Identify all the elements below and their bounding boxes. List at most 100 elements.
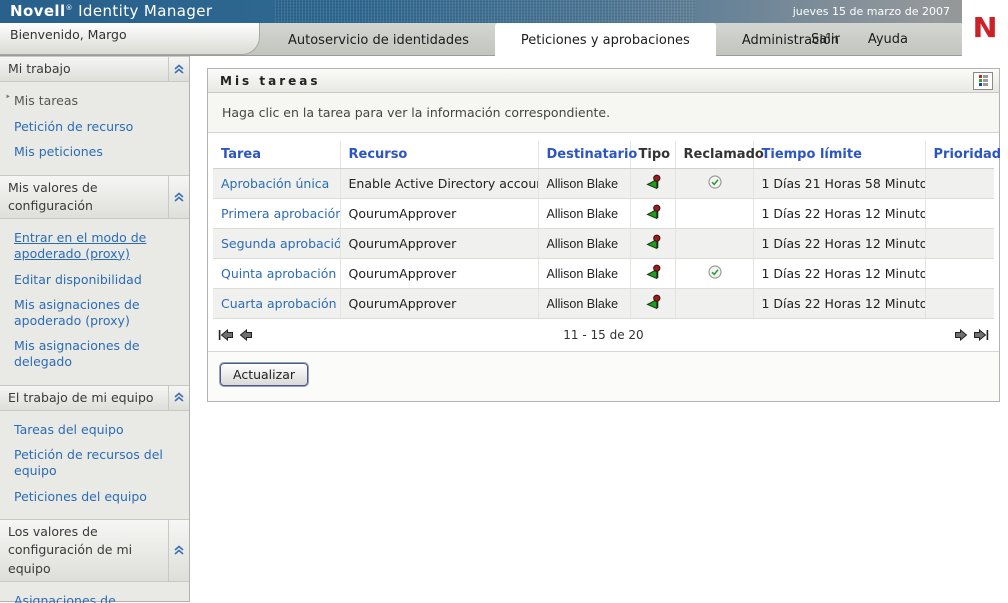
claimed-check-icon xyxy=(708,175,722,192)
sidebar-section-mi-trabajo: Mi trabajo Mis tareas Petición de recurs… xyxy=(0,56,189,175)
claimed-check-icon xyxy=(708,265,722,282)
sidebar-section-mis-valores: Mis valores de configuración Entrar en e… xyxy=(0,175,189,385)
sidebar-item-peticiones-del-equipo[interactable]: Peticiones del equipo xyxy=(0,484,189,510)
section-header-valores-equipo[interactable]: Los valores de configuración de mi equip… xyxy=(0,519,189,582)
first-page-icon[interactable] xyxy=(218,329,234,341)
sidebar-item-tareas-del-equipo[interactable]: Tareas del equipo xyxy=(0,417,189,443)
sidebar-item-peticion-recursos-equipo[interactable]: Petición de recursos del equipo xyxy=(0,442,189,483)
tab-strip: Bienvenido, Margo Autoservicio de identi… xyxy=(0,23,1008,57)
priority-cell xyxy=(925,198,994,229)
sidebar-item-mis-peticiones[interactable]: Mis peticiones xyxy=(0,139,189,165)
user-task-type-icon xyxy=(646,204,661,223)
resource-cell: QourumApprover xyxy=(340,258,539,289)
main-content: Mis tareas Haga clic en la tarea para ve… xyxy=(191,56,1008,603)
sidebar-item-modo-apoderado[interactable]: Entrar en el modo de apoderado (proxy) xyxy=(0,225,189,266)
table-row: Aprobación única Enable Active Directory… xyxy=(213,168,994,199)
table-row: Quinta aprobación QourumApprover Allison… xyxy=(213,258,994,289)
time-limit-cell: 1 Días 21 Horas 58 Minutos xyxy=(753,168,926,199)
tab-autoservicio[interactable]: Autoservicio de identidades xyxy=(262,23,495,57)
welcome-message: Bienvenido, Margo xyxy=(0,23,260,55)
resource-cell: QourumApprover xyxy=(340,198,539,229)
recipient-cell: Allison Blake xyxy=(538,228,631,259)
recipient-cell: Allison Blake xyxy=(538,288,631,319)
collapse-chevron-icon[interactable] xyxy=(168,385,189,410)
recipient-cell: Allison Blake xyxy=(538,168,631,199)
column-header-recurso[interactable]: Recurso xyxy=(340,141,539,169)
panel-title: Mis tareas xyxy=(220,73,321,88)
user-task-type-icon xyxy=(646,234,661,253)
recipient-cell: Allison Blake xyxy=(538,198,631,229)
user-task-type-icon xyxy=(646,294,661,313)
novell-logo: N xyxy=(962,0,1008,57)
section-title: Los valores de configuración de mi equip… xyxy=(8,524,133,576)
top-header-bar: Novell® Identity Manager jueves 15 de ma… xyxy=(0,0,1008,23)
user-task-type-icon xyxy=(646,174,661,193)
collapse-chevron-icon[interactable] xyxy=(168,176,189,219)
logout-link[interactable]: Salir xyxy=(811,32,840,47)
customize-columns-icon[interactable] xyxy=(973,71,993,90)
tasks-table: Tarea Recurso Destinatario Tipo Reclamad… xyxy=(213,141,1001,319)
section-title: El trabajo de mi equipo xyxy=(8,389,154,405)
sidebar-section-trabajo-equipo: El trabajo de mi equipo Tareas del equip… xyxy=(0,384,189,520)
refresh-button[interactable]: Actualizar xyxy=(220,363,308,386)
brand-name: Novell xyxy=(10,2,66,20)
sidebar-item-asignaciones-apoderado-equipo[interactable]: Asignaciones de apoderado (proxy) del eq… xyxy=(0,588,189,603)
panel-titlebar: Mis tareas xyxy=(208,69,999,93)
time-limit-cell: 1 Días 22 Horas 12 Minutos xyxy=(753,258,926,289)
pagination: 11 - 15 de 20 xyxy=(208,319,999,351)
section-title: Mis valores de configuración xyxy=(8,180,98,214)
column-header-tarea[interactable]: Tarea xyxy=(213,141,341,169)
sidebar: Mi trabajo Mis tareas Petición de recurs… xyxy=(0,56,190,603)
time-limit-cell: 1 Días 22 Horas 12 Minutos xyxy=(753,288,926,319)
task-link[interactable]: Cuarta aprobación xyxy=(221,296,337,311)
sidebar-section-valores-equipo: Los valores de configuración de mi equip… xyxy=(0,519,189,603)
previous-page-icon[interactable] xyxy=(238,329,254,341)
novell-n-icon: N xyxy=(972,12,998,45)
sidebar-item-asignaciones-delegado[interactable]: Mis asignaciones de delegado xyxy=(0,333,189,374)
table-row: Segunda aprobación QourumApprover Alliso… xyxy=(213,228,994,259)
table-row: Primera aprobación QourumApprover Alliso… xyxy=(213,198,994,229)
sidebar-item-asignaciones-apoderado[interactable]: Mis asignaciones de apoderado (proxy) xyxy=(0,292,189,333)
column-header-destinatario[interactable]: Destinatario xyxy=(538,141,637,169)
pagination-range: 11 - 15 de 20 xyxy=(563,328,644,342)
next-page-icon[interactable] xyxy=(953,329,969,341)
priority-cell xyxy=(925,168,994,199)
priority-cell xyxy=(925,288,994,319)
task-link[interactable]: Segunda aprobación xyxy=(221,236,339,251)
task-link[interactable]: Aprobación única xyxy=(221,176,329,191)
table-row: Cuarta aprobación QourumApprover Allison… xyxy=(213,288,994,319)
sidebar-item-peticion-de-recurso[interactable]: Petición de recurso xyxy=(0,114,189,140)
product-name: Identity Manager xyxy=(72,2,213,20)
resource-cell: QourumApprover xyxy=(340,228,539,259)
task-link[interactable]: Primera aprobación xyxy=(221,206,339,221)
section-header-trabajo-equipo[interactable]: El trabajo de mi equipo xyxy=(0,384,189,411)
recipient-cell: Allison Blake xyxy=(538,258,631,289)
priority-cell xyxy=(925,228,994,259)
section-header-mis-valores[interactable]: Mis valores de configuración xyxy=(0,175,189,220)
user-task-type-icon xyxy=(646,264,661,283)
header-texture xyxy=(275,0,695,23)
collapse-chevron-icon[interactable] xyxy=(168,520,189,581)
sidebar-item-mis-tareas[interactable]: Mis tareas xyxy=(0,88,189,114)
mis-tareas-panel: Mis tareas Haga clic en la tarea para ve… xyxy=(207,68,1001,402)
registered-mark: ® xyxy=(65,4,73,12)
section-header-mi-trabajo[interactable]: Mi trabajo xyxy=(0,56,189,83)
resource-cell: Enable Active Directory account xyxy=(340,168,539,199)
section-title: Mi trabajo xyxy=(8,61,71,76)
last-page-icon[interactable] xyxy=(973,329,989,341)
time-limit-cell: 1 Días 22 Horas 12 Minutos xyxy=(753,228,926,259)
task-link[interactable]: Quinta aprobación xyxy=(221,266,336,281)
collapse-chevron-icon[interactable] xyxy=(168,57,189,82)
tab-peticiones-aprobaciones[interactable]: Peticiones y aprobaciones xyxy=(494,23,716,57)
sidebar-item-editar-disponibilidad[interactable]: Editar disponibilidad xyxy=(0,267,189,293)
column-header-reclamado: Reclamado xyxy=(675,141,764,169)
instruction-text: Haga clic en la tarea para ver la inform… xyxy=(208,93,999,133)
priority-cell xyxy=(925,258,994,289)
app-title: Novell® Identity Manager xyxy=(10,2,212,20)
current-date: jueves 15 de marzo de 2007 xyxy=(792,5,950,18)
help-link[interactable]: Ayuda xyxy=(868,32,908,47)
time-limit-cell: 1 Días 22 Horas 12 Minutos xyxy=(753,198,926,229)
column-header-tiempo-limite[interactable]: Tiempo límite xyxy=(753,141,926,169)
table-header-row: Tarea Recurso Destinatario Tipo Reclamad… xyxy=(213,141,1001,169)
column-header-prioridad[interactable]: Prioridad xyxy=(925,141,1001,169)
